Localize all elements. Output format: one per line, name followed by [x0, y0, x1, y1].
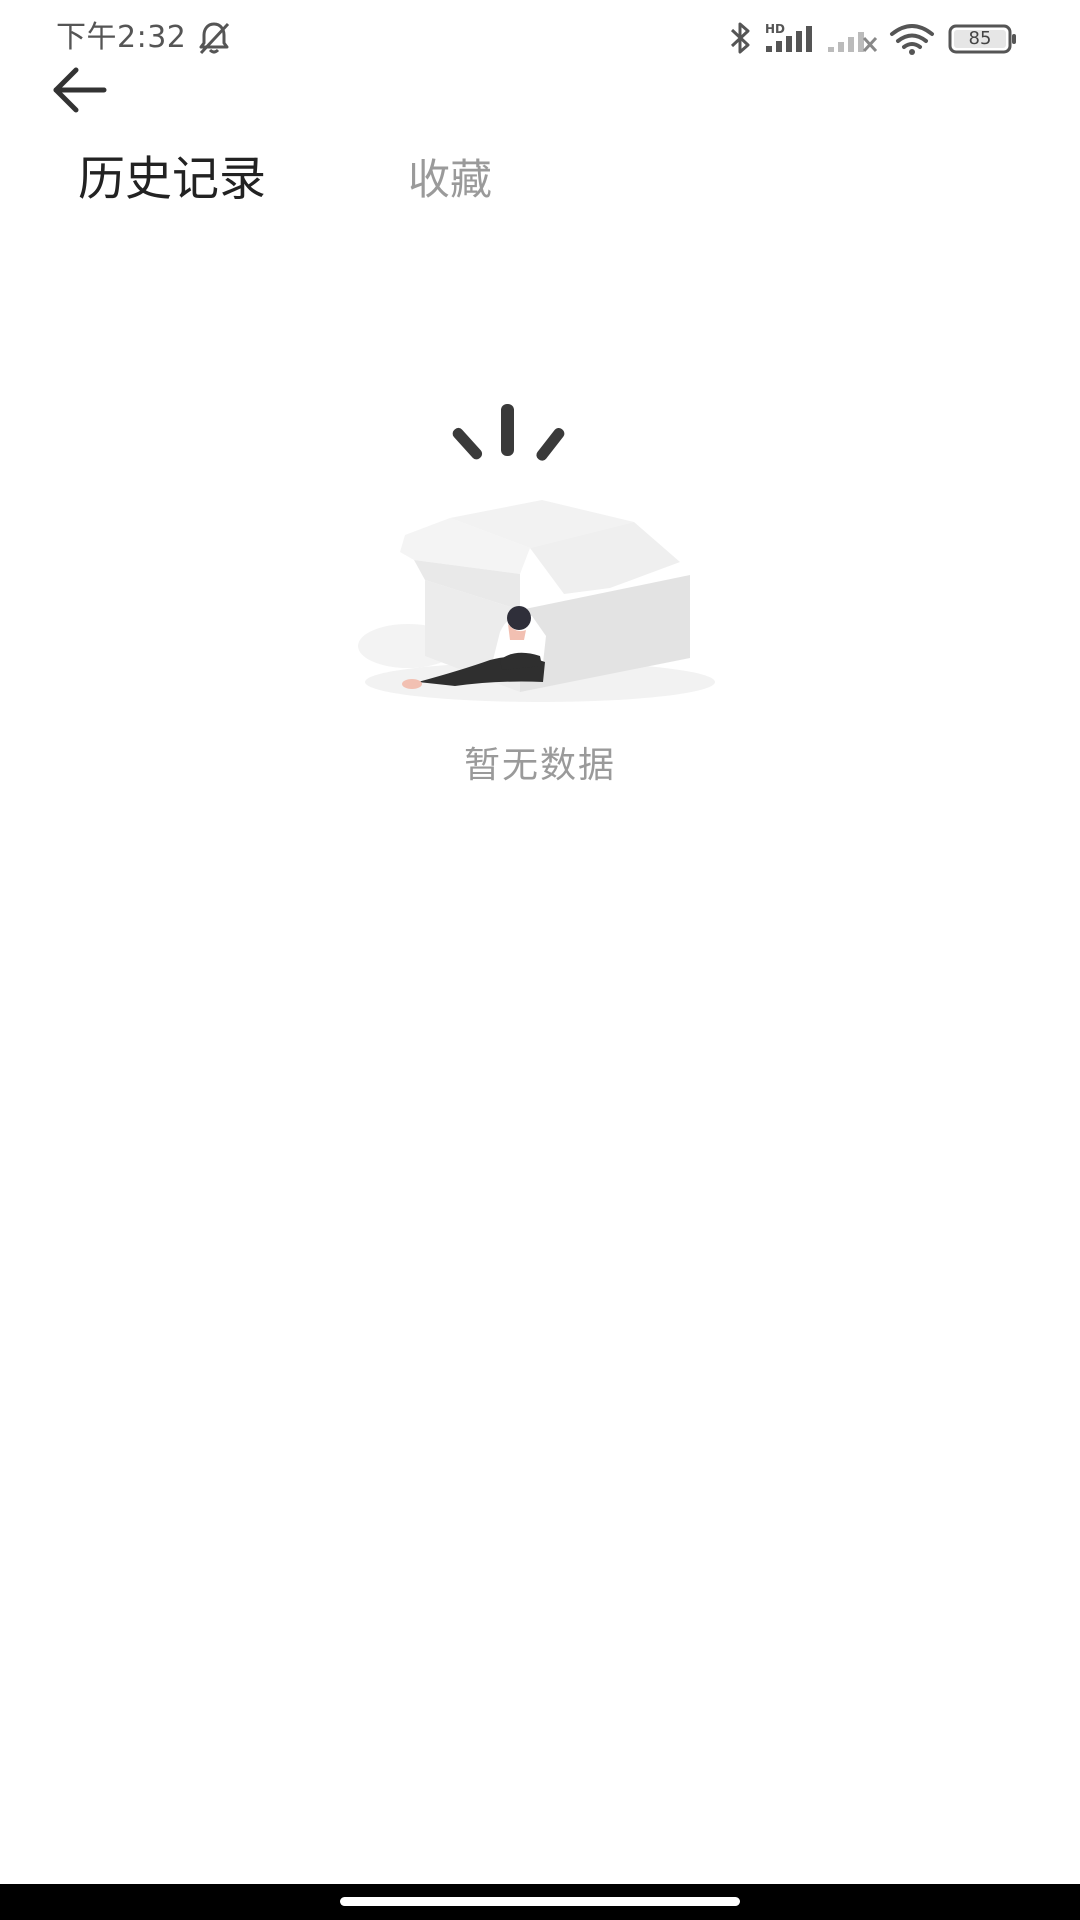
tab-history[interactable]: 历史记录: [78, 150, 266, 210]
empty-box-illustration: [350, 390, 730, 710]
tab-favorites[interactable]: 收藏: [408, 150, 492, 210]
back-button[interactable]: [44, 62, 116, 118]
home-indicator[interactable]: [340, 1897, 740, 1906]
nav-bar: [0, 1884, 1080, 1920]
status-time: 下午2:32: [56, 20, 187, 55]
signal-hd-icon: HD: [764, 22, 816, 58]
back-arrow-icon: [53, 67, 107, 113]
battery-icon: 85: [948, 22, 1018, 56]
empty-state-message: 暂无数据: [463, 745, 616, 786]
signal-off-icon: [826, 24, 878, 58]
bluetooth-icon: [728, 20, 754, 60]
screen: 下午2:32 HD 85 历史记录 收藏 暂无数据: [0, 0, 1080, 1920]
battery-level: 85: [968, 28, 992, 49]
bell-off-icon: [196, 20, 232, 60]
status-bar: 下午2:32 HD 85: [0, 0, 1080, 78]
wifi-icon: [888, 22, 936, 60]
network-label: HD: [765, 22, 785, 36]
